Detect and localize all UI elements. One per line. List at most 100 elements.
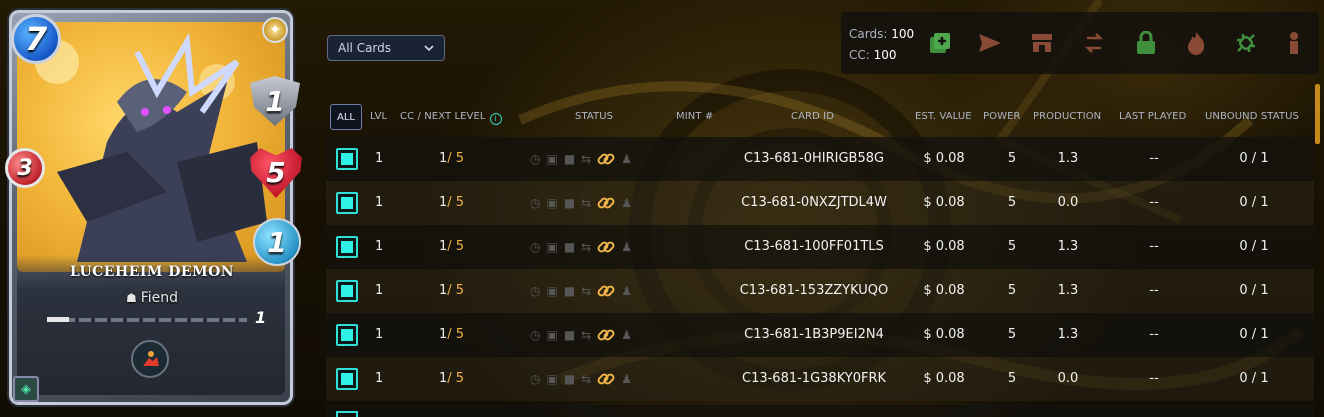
row-cc: 1/ 5 bbox=[439, 283, 464, 298]
row-cc-next: / 5 bbox=[447, 327, 465, 342]
row-level: 1 bbox=[375, 283, 384, 298]
row-power: 5 bbox=[1007, 195, 1017, 210]
table-row[interactable]: 1 1/ 5 ◷ ▣ ■ ⇆ ♟ C13-681-1B3P9EI2N4 $ 0.… bbox=[326, 313, 1314, 357]
delegate-icon[interactable] bbox=[1281, 30, 1307, 56]
transfer-icon: ⇆ bbox=[581, 328, 592, 342]
burn-icon[interactable] bbox=[1183, 30, 1209, 56]
lock-icon: ■ bbox=[563, 152, 576, 166]
clock-icon: ◷ bbox=[530, 240, 541, 254]
rarity-gem-icon: ✦ bbox=[262, 17, 288, 43]
clock-icon: ◷ bbox=[530, 328, 541, 342]
row-cc-next: / 5 bbox=[447, 371, 465, 386]
table-row[interactable]: 1 1/ 5 ◷ ▣ ■ ⇆ ♟ C13-681-0HIRIGB58G $ 0.… bbox=[326, 137, 1314, 181]
level-progress-bar bbox=[47, 318, 247, 322]
combine-icon[interactable] bbox=[927, 30, 953, 56]
row-power: 5 bbox=[1007, 327, 1017, 342]
row-est-value: $ 0.08 bbox=[923, 151, 965, 166]
lock-icon: ■ bbox=[563, 328, 576, 342]
row-level: 1 bbox=[375, 371, 384, 386]
row-status-icons: ◷ ▣ ■ ⇆ ♟ bbox=[530, 369, 632, 389]
market-icon[interactable] bbox=[1029, 30, 1055, 56]
delegate-icon: ♟ bbox=[621, 152, 632, 166]
row-card-id: C13-681-100FF01TLS bbox=[744, 239, 884, 254]
unbind-icon[interactable] bbox=[1233, 30, 1259, 56]
row-cc-next: / 5 bbox=[447, 239, 465, 254]
speed-stat: 1 bbox=[253, 218, 301, 266]
card-filter-select[interactable]: All Cards bbox=[327, 35, 445, 61]
row-cc: 1/ 5 bbox=[439, 327, 464, 342]
row-checkbox[interactable] bbox=[336, 324, 358, 346]
delegate-icon: ♟ bbox=[621, 240, 632, 254]
column-header-cc-label: CC / NEXT LEVEL bbox=[400, 111, 486, 122]
row-power: 5 bbox=[1007, 283, 1017, 298]
row-level: 1 bbox=[375, 195, 384, 210]
row-cc: 1/ 5 bbox=[439, 371, 464, 386]
row-cc-next: / 5 bbox=[447, 283, 465, 298]
table-row[interactable]: 1 1/ 5 ◷ ▣ ■ ⇆ ♟ C13-681-100FF01TLS $ 0.… bbox=[326, 225, 1314, 269]
row-status-icons: ◷ ▣ ■ ⇆ ♟ bbox=[530, 193, 632, 213]
send-icon[interactable] bbox=[977, 30, 1003, 56]
delegate-icon: ♟ bbox=[621, 372, 632, 386]
row-checkbox[interactable] bbox=[336, 192, 358, 214]
column-header-lvl[interactable]: LVL bbox=[370, 111, 387, 122]
column-header-cc[interactable]: CC / NEXT LEVEL i bbox=[400, 111, 502, 125]
clock-icon: ◷ bbox=[530, 196, 541, 210]
info-icon[interactable]: i bbox=[489, 113, 502, 125]
table-row[interactable]: 1 1/ 5 ◷ ▣ ■ ⇆ ♟ C13-681-0NXZJTDL4W $ 0.… bbox=[326, 181, 1314, 225]
market-icon: ▣ bbox=[546, 372, 558, 386]
clock-icon: ◷ bbox=[530, 152, 541, 166]
row-card-id: C13-681-1G38KY0FRK bbox=[741, 371, 887, 386]
column-header-production[interactable]: PRODUCTION bbox=[1033, 111, 1101, 122]
row-checkbox[interactable] bbox=[336, 280, 358, 302]
row-last-played: -- bbox=[1149, 327, 1159, 342]
row-checkbox[interactable] bbox=[336, 368, 358, 390]
column-header-unbound-status[interactable]: UNBOUND STATUS bbox=[1205, 111, 1299, 122]
row-unbound-status: 0 / 1 bbox=[1239, 195, 1269, 210]
row-checkbox[interactable] bbox=[336, 148, 358, 170]
column-header-est-value[interactable]: EST. VALUE bbox=[915, 111, 972, 122]
select-all-button[interactable]: ALL bbox=[330, 104, 362, 130]
table-row[interactable]: 1 1/ 5 ◷ ▣ ■ ⇆ ♟ C13-681-1G38KY0FRK $ 0.… bbox=[326, 357, 1314, 401]
bound-link-icon bbox=[597, 241, 615, 253]
row-unbound-status: 0 / 1 bbox=[1239, 327, 1269, 342]
column-header-mint[interactable]: MINT # bbox=[676, 111, 713, 122]
card-artwork bbox=[17, 22, 285, 272]
transfer-icon: ⇆ bbox=[581, 284, 592, 298]
monster-card: 7 ✦ 1 5 1 3 LUCEHEIM DEMON ☗ Fiend 1 ◈ bbox=[3, 0, 302, 410]
delegate-icon: ♟ bbox=[621, 196, 632, 210]
melee-attack-stat: 3 bbox=[5, 148, 45, 188]
row-unbound-status: 0 / 1 bbox=[1239, 151, 1269, 166]
card-type-label: Fiend bbox=[140, 290, 179, 306]
clock-icon: ◷ bbox=[530, 372, 541, 386]
column-header-status[interactable]: STATUS bbox=[575, 111, 613, 122]
row-checkbox[interactable] bbox=[336, 236, 358, 258]
row-status-icons: ◷ ▣ ■ ⇆ ♟ bbox=[530, 237, 632, 257]
column-header-last-played[interactable]: LAST PLAYED bbox=[1119, 111, 1186, 122]
lock-icon: ■ bbox=[563, 196, 576, 210]
action-toolbar: Cards: 100 CC: 100 bbox=[841, 12, 1319, 74]
table-row[interactable]: 1 1/ 5 ◷ ▣ ■ ⇆ ♟ C13-681-153ZZYKUQO $ 0.… bbox=[326, 269, 1314, 313]
bound-link-icon bbox=[597, 285, 615, 297]
row-level: 1 bbox=[375, 151, 384, 166]
row-cc-next: / 5 bbox=[447, 195, 465, 210]
table-row-partial[interactable] bbox=[326, 405, 1314, 417]
clock-icon: ◷ bbox=[530, 284, 541, 298]
row-unbound-status: 0 / 1 bbox=[1239, 371, 1269, 386]
row-status-icons: ◷ ▣ ■ ⇆ ♟ bbox=[530, 149, 632, 169]
row-cc: 1/ 5 bbox=[439, 151, 464, 166]
lock-icon: ■ bbox=[563, 284, 576, 298]
lock-icon[interactable] bbox=[1133, 30, 1159, 56]
cards-count-label: Cards: bbox=[849, 27, 888, 41]
row-power: 5 bbox=[1007, 239, 1017, 254]
transfer-icon[interactable] bbox=[1081, 30, 1107, 56]
row-est-value: $ 0.08 bbox=[923, 195, 965, 210]
bound-link-icon bbox=[597, 373, 615, 385]
market-icon: ▣ bbox=[546, 152, 558, 166]
row-checkbox[interactable] bbox=[336, 411, 358, 417]
chevron-down-icon bbox=[424, 45, 434, 51]
column-header-power[interactable]: POWER bbox=[983, 111, 1021, 122]
row-production: 1.3 bbox=[1057, 239, 1079, 254]
column-header-card-id[interactable]: CARD ID bbox=[791, 111, 834, 122]
scrollbar[interactable] bbox=[1315, 84, 1320, 144]
bound-link-icon bbox=[597, 153, 615, 165]
